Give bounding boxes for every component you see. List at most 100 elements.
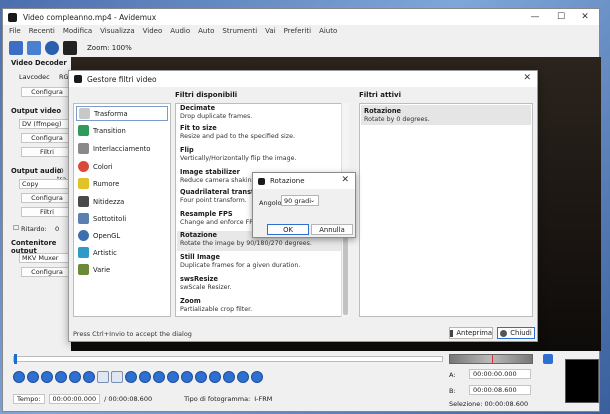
video-configure-button[interactable]: Configura (21, 133, 73, 143)
container-select[interactable]: MKV Muxer (19, 253, 73, 263)
next-frame-icon[interactable] (69, 371, 81, 383)
prev-black-icon[interactable] (139, 371, 151, 383)
marker-b-field[interactable]: 00:00:08.600 (469, 385, 531, 395)
menu-video[interactable]: Video (143, 27, 163, 35)
next-keyframe-icon[interactable] (125, 371, 137, 383)
filter-name: Decimate (180, 104, 216, 112)
filter-name: Flip (180, 146, 194, 154)
close-button[interactable]: ✕ (573, 9, 597, 25)
container-configure-button[interactable]: Configura (21, 267, 73, 277)
marker-a-icon[interactable] (97, 371, 109, 383)
category-label: Transition (93, 126, 126, 135)
filter-desc: swScale Resizer. (180, 284, 232, 291)
angle-select[interactable]: 90 gradi ⌄ (281, 195, 319, 206)
volume-meter (449, 354, 533, 364)
filter-dialog-close-button[interactable]: ✕ (523, 73, 531, 83)
artistic-icon (78, 247, 89, 258)
info-icon[interactable] (45, 41, 59, 55)
prev-keyframe-icon[interactable] (83, 371, 95, 383)
rotation-dialog-close-button[interactable]: ✕ (341, 175, 349, 185)
active-filter-rotazione[interactable]: Rotazione Rotate by 0 degrees. (361, 105, 531, 125)
menu-visualizza[interactable]: Visualizza (100, 27, 134, 35)
rewind-icon[interactable] (27, 371, 39, 383)
preview-button[interactable]: Anteprima (449, 327, 493, 339)
menu-audio[interactable]: Audio (170, 27, 190, 35)
decoder-configure-button[interactable]: Configura (21, 87, 73, 97)
timeline-slider[interactable] (13, 354, 443, 364)
category-interlacciamento[interactable]: Interlacciamento (76, 141, 168, 156)
search-icon[interactable] (237, 371, 249, 383)
category-trasforma[interactable]: Trasforma (76, 106, 168, 121)
category-sottotitoli[interactable]: Sottotitoli (76, 211, 168, 226)
audio-filters-button[interactable]: Filtri (21, 207, 73, 217)
filter-name: swsResize (180, 275, 218, 283)
filter-zoom[interactable]: Zoom Partializable crop filter. (180, 297, 344, 313)
minimize-button[interactable]: — (523, 9, 547, 25)
filter-decimate[interactable]: Decimate Drop duplicate frames. (180, 104, 344, 120)
filter-desc: Drop duplicate frames. (180, 113, 253, 120)
goto-a-icon[interactable] (195, 371, 207, 383)
reset-markers-icon[interactable] (223, 371, 235, 383)
delay-value[interactable]: 0 (55, 225, 59, 233)
filmstrip-icon[interactable] (63, 41, 77, 55)
filter-dialog-titlebar: Gestore filtri video ✕ (69, 71, 537, 87)
preview-icon (450, 329, 454, 337)
category-varie[interactable]: Varie (76, 262, 168, 277)
category-artistic[interactable]: Artistic (76, 245, 168, 260)
filter-fit-to-size[interactable]: Fit to size Resize and pad to the specif… (180, 124, 344, 140)
audio-configure-button[interactable]: Configura (21, 193, 73, 203)
menu-vai[interactable]: Vai (265, 27, 275, 35)
category-transition[interactable]: Transition (76, 123, 168, 138)
goto-start-icon[interactable] (167, 371, 179, 383)
marker-a-field[interactable]: 00:00:00.000 (469, 369, 531, 379)
category-colori[interactable]: Colori (76, 159, 168, 174)
next-black-icon[interactable] (153, 371, 165, 383)
left-panel: Video Decoder Lavcodec RGB Configura Out… (3, 59, 73, 289)
delay-label: Ritardo: (21, 225, 47, 233)
filter-swsresize[interactable]: swsResize swScale Resizer. (180, 275, 344, 291)
delay-checkbox[interactable]: ☐ (13, 224, 19, 232)
maximize-button[interactable]: ☐ (549, 9, 573, 25)
undo-icon[interactable] (251, 371, 263, 383)
menu-preferiti[interactable]: Preferiti (284, 27, 311, 35)
marker-b-icon[interactable] (111, 371, 123, 383)
play-icon[interactable] (13, 371, 25, 383)
volume-meter-mark (492, 355, 493, 363)
close-circle-icon (500, 329, 508, 337)
category-label: Nitidezza (93, 197, 125, 206)
title-bar: Video compleanno.mp4 - Avidemux — ☐ ✕ (3, 9, 599, 25)
goto-b-icon[interactable] (209, 371, 221, 383)
category-opengl[interactable]: OpenGL (76, 228, 168, 243)
save-icon[interactable] (27, 41, 41, 55)
category-rumore[interactable]: Rumore (76, 176, 168, 191)
close-dialog-button[interactable]: Chiudi (497, 327, 535, 339)
video-filters-button[interactable]: Filtri (21, 147, 73, 157)
category-label: Colori (93, 162, 113, 171)
menu-auto[interactable]: Auto (198, 27, 214, 35)
prev-frame-icon[interactable] (55, 371, 67, 383)
category-nitidezza[interactable]: Nitidezza (76, 194, 168, 209)
menu-modifica[interactable]: Modifica (63, 27, 92, 35)
avidemux-icon (258, 177, 265, 185)
cancel-button[interactable]: Annulla (311, 224, 353, 235)
open-file-icon[interactable] (9, 41, 23, 55)
transform-icon (79, 108, 90, 119)
menu-aiuto[interactable]: Aiuto (319, 27, 337, 35)
menu-strumenti[interactable]: Strumenti (222, 27, 257, 35)
menu-file[interactable]: File (9, 27, 21, 35)
menu-recenti[interactable]: Recenti (29, 27, 55, 35)
speaker-icon[interactable] (543, 354, 553, 364)
filter-still-image[interactable]: Still Image Duplicate frames for a given… (180, 253, 344, 269)
video-codec-select[interactable]: DV (ffmpeg) (19, 119, 73, 129)
current-time-field[interactable]: 00:00:00.000 (48, 394, 101, 404)
active-filter-desc: Rotate by 0 degrees. (364, 116, 430, 123)
filter-dialog-title: Gestore filtri video (87, 74, 157, 84)
timeline-cursor[interactable] (14, 354, 17, 364)
interlace-icon (78, 143, 89, 154)
forward-icon[interactable] (41, 371, 53, 383)
audio-codec-select[interactable]: Copy (19, 179, 73, 189)
ok-button[interactable]: OK (267, 224, 309, 235)
goto-end-icon[interactable] (181, 371, 193, 383)
filter-flip[interactable]: Flip Vertically/Horizontally flip the im… (180, 146, 344, 162)
preview-button-label: Anteprima (456, 329, 492, 337)
